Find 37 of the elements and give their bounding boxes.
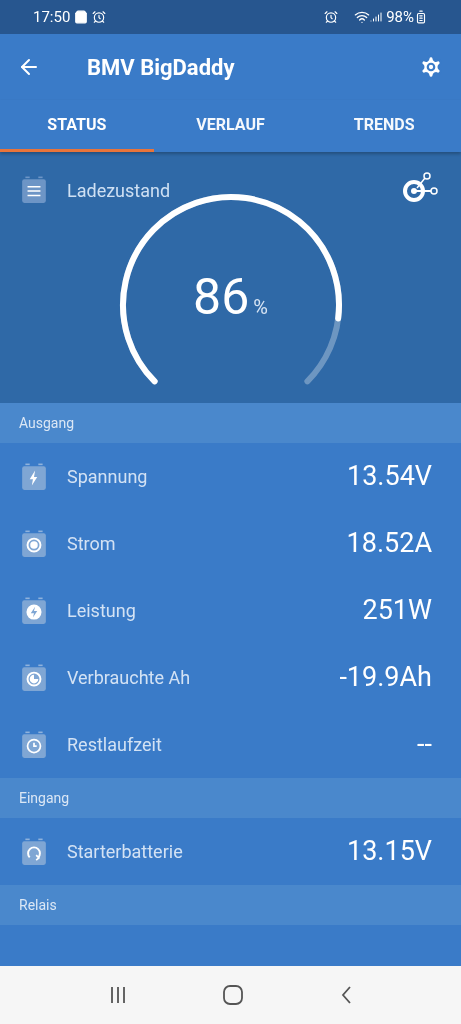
row-label: Verbrauchte Ah	[67, 666, 192, 690]
row-value: 13.15V	[347, 834, 432, 870]
row-value: 251W	[362, 593, 432, 629]
battery-icon	[21, 663, 47, 692]
gauge-title: Ladezustand	[67, 178, 172, 203]
charge-unit: %	[253, 294, 268, 321]
home-icon[interactable]	[223, 985, 244, 1005]
row-label: Starterbatterie	[67, 840, 184, 864]
tab[interactable]: VERLAUF	[153, 100, 308, 152]
signal-icon	[370, 11, 383, 23]
row-value: -19.9Ah	[339, 660, 432, 696]
battery-icon	[414, 10, 428, 24]
row-value: 18.52A	[346, 526, 432, 562]
battery-percent: 98%	[386, 6, 414, 28]
battery-icon	[21, 596, 47, 625]
battery-menu-icon	[21, 176, 47, 204]
app-title: BMV BigDaddy	[87, 53, 236, 82]
battery-icon	[21, 837, 47, 866]
row-label: Leistung	[67, 599, 137, 623]
row-value: 13.54V	[347, 459, 432, 495]
battery-icon	[21, 730, 47, 759]
wifi-icon	[354, 9, 371, 25]
battery-icon	[21, 462, 47, 491]
back-icon[interactable]	[339, 985, 354, 1005]
section-title: Eingang	[19, 788, 70, 808]
alarm-icon	[324, 10, 339, 24]
row-label: Restlaufzeit	[67, 733, 163, 757]
battery-icon	[21, 529, 47, 558]
section-title: Relais	[19, 895, 57, 915]
row-label: Strom	[67, 532, 117, 556]
charge-value: 86	[193, 272, 250, 322]
row-value: --	[417, 727, 432, 763]
tab[interactable]: TRENDS	[307, 100, 461, 152]
status-time: 17:50	[33, 6, 71, 28]
row-label: Spannung	[67, 465, 149, 489]
section-title: Ausgang	[19, 413, 75, 433]
alarm-icon	[92, 10, 107, 24]
